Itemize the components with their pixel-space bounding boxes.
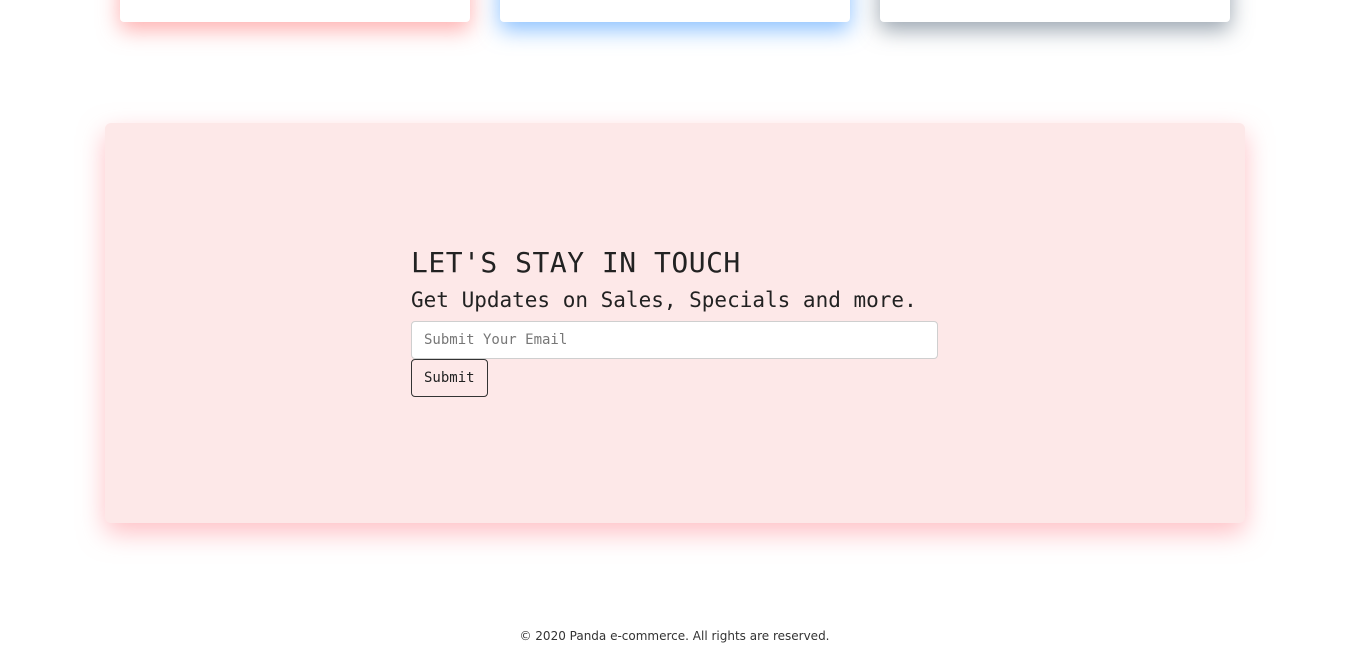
page: LET'S STAY IN TOUCH Get Updates on Sales…	[0, 0, 1349, 663]
product-card-gray	[880, 0, 1230, 22]
footer-copyright: © 2020 Panda e-commerce. All rights are …	[519, 629, 830, 643]
newsletter-subtitle: Get Updates on Sales, Specials and more.	[411, 288, 917, 312]
product-card-blue	[500, 0, 850, 22]
submit-button[interactable]: Submit	[411, 359, 488, 397]
newsletter-title: LET'S STAY IN TOUCH	[411, 246, 741, 279]
product-card-red	[120, 0, 470, 22]
newsletter-section: LET'S STAY IN TOUCH Get Updates on Sales…	[105, 123, 1245, 523]
email-input[interactable]	[411, 321, 938, 359]
newsletter-form: LET'S STAY IN TOUCH Get Updates on Sales…	[411, 245, 938, 397]
